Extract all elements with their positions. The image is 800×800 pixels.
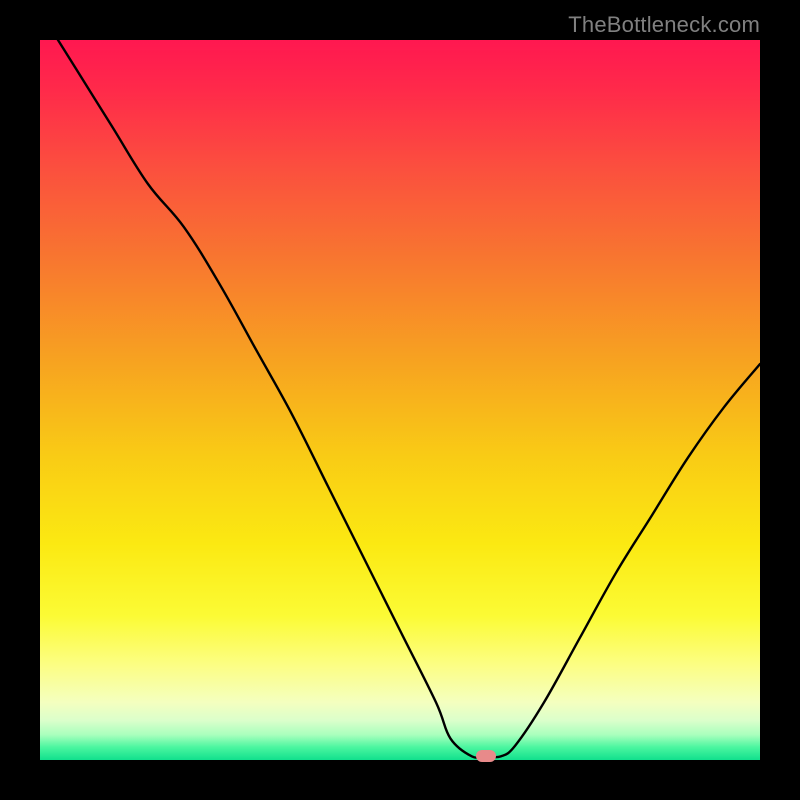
gradient-background [40, 40, 760, 760]
chart-container: TheBottleneck.com [0, 0, 800, 800]
plot-area [40, 40, 760, 760]
optimal-point-marker [476, 750, 496, 762]
bottleneck-chart-svg [40, 40, 760, 760]
watermark: TheBottleneck.com [568, 12, 760, 38]
